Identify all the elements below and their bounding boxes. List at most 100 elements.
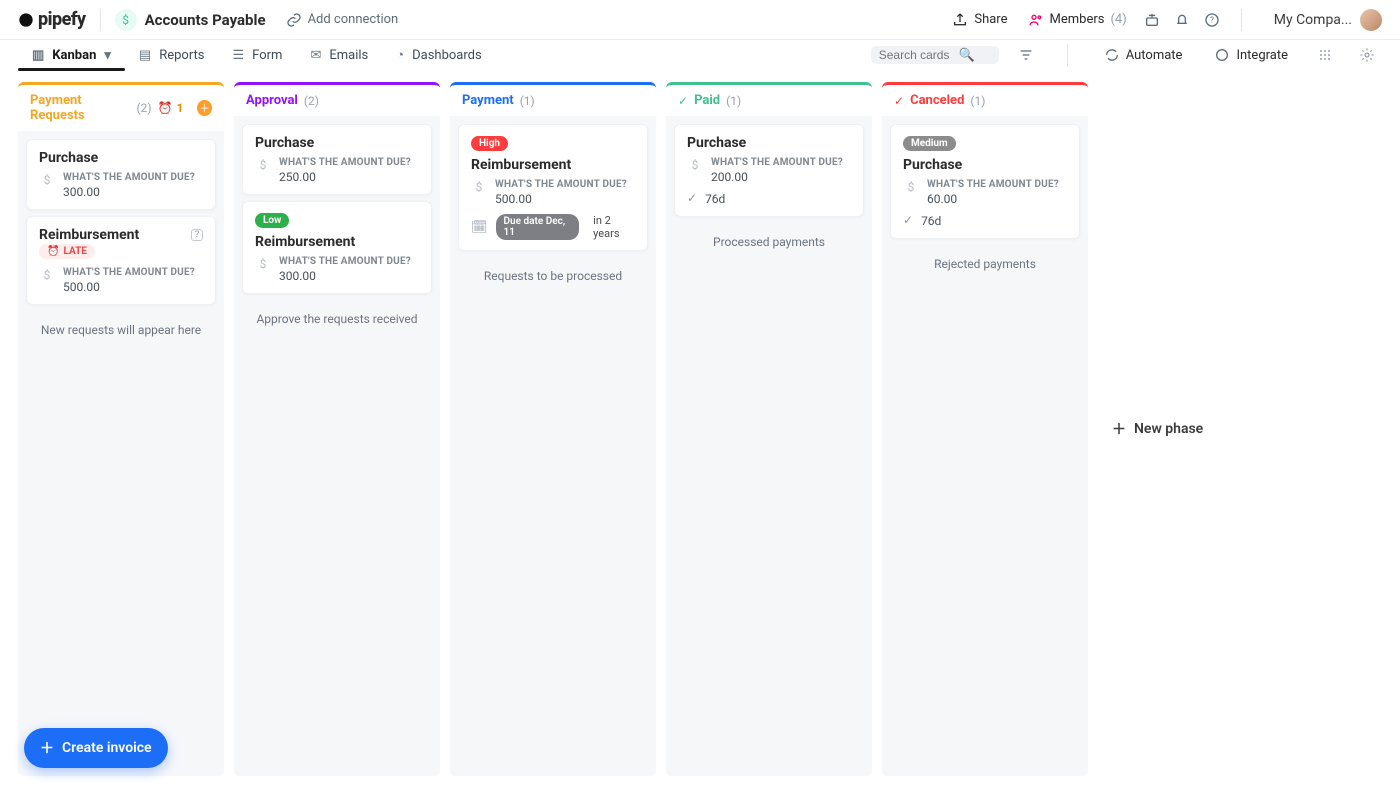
chevron-down-icon[interactable]: ▾ bbox=[104, 48, 111, 63]
reports-icon: ▤ bbox=[139, 48, 151, 63]
column-count: (1) bbox=[970, 94, 985, 108]
column-header[interactable]: Approval (2) bbox=[234, 82, 440, 116]
company-switcher[interactable]: My Compa... bbox=[1274, 12, 1352, 28]
column-footer: Rejected payments bbox=[890, 257, 1080, 271]
priority-badge-high: High bbox=[471, 136, 508, 151]
form-icon: ☰ bbox=[233, 48, 245, 63]
column-count: (1) bbox=[520, 94, 535, 108]
due-date-chip: Due date Dec, 11 bbox=[496, 214, 580, 240]
column-footer: New requests will appear here bbox=[26, 323, 216, 337]
priority-badge-low: Low bbox=[255, 213, 289, 228]
pipe-icon: $ bbox=[115, 9, 137, 31]
quick-add-card[interactable]: ＋ bbox=[197, 100, 212, 116]
add-connection-button[interactable]: Add connection bbox=[286, 12, 399, 28]
currency-icon: $ bbox=[39, 267, 55, 283]
whats-new-button[interactable] bbox=[1139, 7, 1165, 33]
column-title: Canceled bbox=[910, 93, 964, 108]
currency-icon: $ bbox=[471, 179, 487, 195]
avatar[interactable] bbox=[1360, 9, 1382, 31]
automate-icon bbox=[1104, 47, 1120, 63]
link-icon bbox=[286, 12, 302, 28]
column-title: Paid bbox=[694, 93, 720, 108]
card[interactable]: Purchase $ WHAT'S THE AMOUNT DUE? 300.00 bbox=[26, 139, 216, 210]
card[interactable]: Low Reimbursement $ WHAT'S THE AMOUNT DU… bbox=[242, 201, 432, 294]
card[interactable]: Medium Purchase $ WHAT'S THE AMOUNT DUE?… bbox=[890, 124, 1080, 239]
settings-button[interactable] bbox=[1354, 42, 1380, 68]
late-badge: ⏰ LATE bbox=[39, 244, 95, 259]
card-title: Purchase bbox=[255, 135, 419, 151]
card-title: Reimbursement bbox=[255, 234, 419, 250]
card-title: Purchase bbox=[687, 135, 851, 151]
view-tabs: ▥ Kanban ▾ ▤ Reports ☰ Form ✉ Emails ◔ D… bbox=[0, 40, 1400, 70]
amount-label: WHAT'S THE AMOUNT DUE? bbox=[711, 157, 843, 168]
amount-value: 60.00 bbox=[927, 192, 1059, 206]
amount-value: 200.00 bbox=[711, 170, 843, 184]
column-header[interactable]: Payment Requests (2) ⏰ 1 ＋ bbox=[18, 82, 224, 131]
members-count: (4) bbox=[1110, 12, 1126, 27]
column-footer: Requests to be processed bbox=[458, 269, 648, 283]
search-input[interactable] bbox=[879, 48, 959, 62]
tab-emails[interactable]: ✉ Emails bbox=[296, 40, 382, 70]
integrate-button[interactable]: Integrate bbox=[1214, 47, 1288, 63]
card[interactable]: Purchase $ WHAT'S THE AMOUNT DUE? 200.00… bbox=[674, 124, 864, 217]
amount-label: WHAT'S THE AMOUNT DUE? bbox=[495, 179, 627, 190]
search-icon[interactable]: 🔍 bbox=[959, 48, 975, 63]
unknown-indicator[interactable]: ? bbox=[191, 229, 203, 241]
column-payment: Payment (1) High Reimbursement $ WHAT'S … bbox=[450, 82, 656, 776]
plus-icon: ＋ bbox=[40, 738, 54, 758]
new-phase-button[interactable]: ＋ New phase bbox=[1098, 82, 1217, 776]
card-age: 76d bbox=[705, 192, 725, 206]
column-title: Approval bbox=[246, 93, 298, 108]
card-title: Reimbursement bbox=[39, 227, 139, 243]
amount-value: 300.00 bbox=[279, 269, 411, 283]
check-icon: ✓ bbox=[678, 94, 688, 108]
alarm-icon: ⏰ bbox=[158, 101, 173, 115]
amount-value: 500.00 bbox=[63, 280, 195, 294]
search-cards[interactable]: 🔍 bbox=[871, 46, 999, 64]
currency-icon: $ bbox=[39, 172, 55, 188]
tab-kanban[interactable]: ▥ Kanban ▾ bbox=[18, 40, 125, 70]
column-header[interactable]: Payment (1) bbox=[450, 82, 656, 116]
filter-icon bbox=[1018, 47, 1034, 63]
apps-button[interactable] bbox=[1312, 42, 1338, 68]
pipefy-logo[interactable]: pipefy bbox=[18, 9, 86, 30]
create-invoice-button[interactable]: ＋ Create invoice bbox=[24, 728, 168, 768]
amount-value: 300.00 bbox=[63, 185, 195, 199]
members-button[interactable]: Members (4) bbox=[1028, 12, 1127, 28]
late-indicator[interactable]: ⏰ 1 bbox=[158, 101, 184, 115]
tab-dashboards[interactable]: ◔ Dashboards bbox=[382, 40, 495, 70]
check-icon: ✓ bbox=[894, 94, 904, 108]
mail-icon: ✉ bbox=[310, 48, 321, 63]
card[interactable]: Purchase $ WHAT'S THE AMOUNT DUE? 250.00 bbox=[242, 124, 432, 195]
column-title: Payment Requests bbox=[30, 93, 130, 123]
alarm-icon: ⏰ bbox=[47, 246, 59, 257]
currency-icon: $ bbox=[903, 179, 919, 195]
help-button[interactable]: ? bbox=[1199, 7, 1225, 33]
tab-reports[interactable]: ▤ Reports bbox=[125, 40, 219, 70]
app-header: pipefy $ Accounts Payable Add connection… bbox=[0, 0, 1400, 40]
column-header[interactable]: ✓ Canceled (1) bbox=[882, 82, 1088, 116]
column-paid: ✓ Paid (1) Purchase $ WHAT'S THE AMOUNT … bbox=[666, 82, 872, 776]
card[interactable]: High Reimbursement $ WHAT'S THE AMOUNT D… bbox=[458, 124, 648, 251]
svg-text:?: ? bbox=[1210, 15, 1214, 24]
currency-icon: $ bbox=[687, 157, 703, 173]
kanban-icon: ▥ bbox=[32, 48, 44, 63]
filter-button[interactable] bbox=[1013, 42, 1039, 68]
grid-icon bbox=[1317, 47, 1333, 63]
priority-badge-medium: Medium bbox=[903, 136, 956, 151]
check-icon: ✓ bbox=[903, 213, 913, 227]
help-icon: ? bbox=[1204, 12, 1220, 28]
tab-form[interactable]: ☰ Form bbox=[219, 40, 297, 70]
pipe-title: Accounts Payable bbox=[145, 11, 266, 29]
calendar-icon: 🗓 bbox=[471, 220, 488, 235]
amount-label: WHAT'S THE AMOUNT DUE? bbox=[63, 267, 195, 278]
gear-icon bbox=[1359, 47, 1375, 63]
column-header[interactable]: ✓ Paid (1) bbox=[666, 82, 872, 116]
check-icon: ✓ bbox=[687, 191, 697, 205]
gift-icon bbox=[1144, 12, 1160, 28]
card[interactable]: Reimbursement ? ⏰ LATE $ WHAT'S THE AMOU… bbox=[26, 216, 216, 305]
notifications-button[interactable] bbox=[1169, 7, 1195, 33]
share-button[interactable]: Share bbox=[952, 12, 1007, 28]
automate-button[interactable]: Automate bbox=[1104, 47, 1183, 63]
members-icon bbox=[1028, 12, 1044, 28]
